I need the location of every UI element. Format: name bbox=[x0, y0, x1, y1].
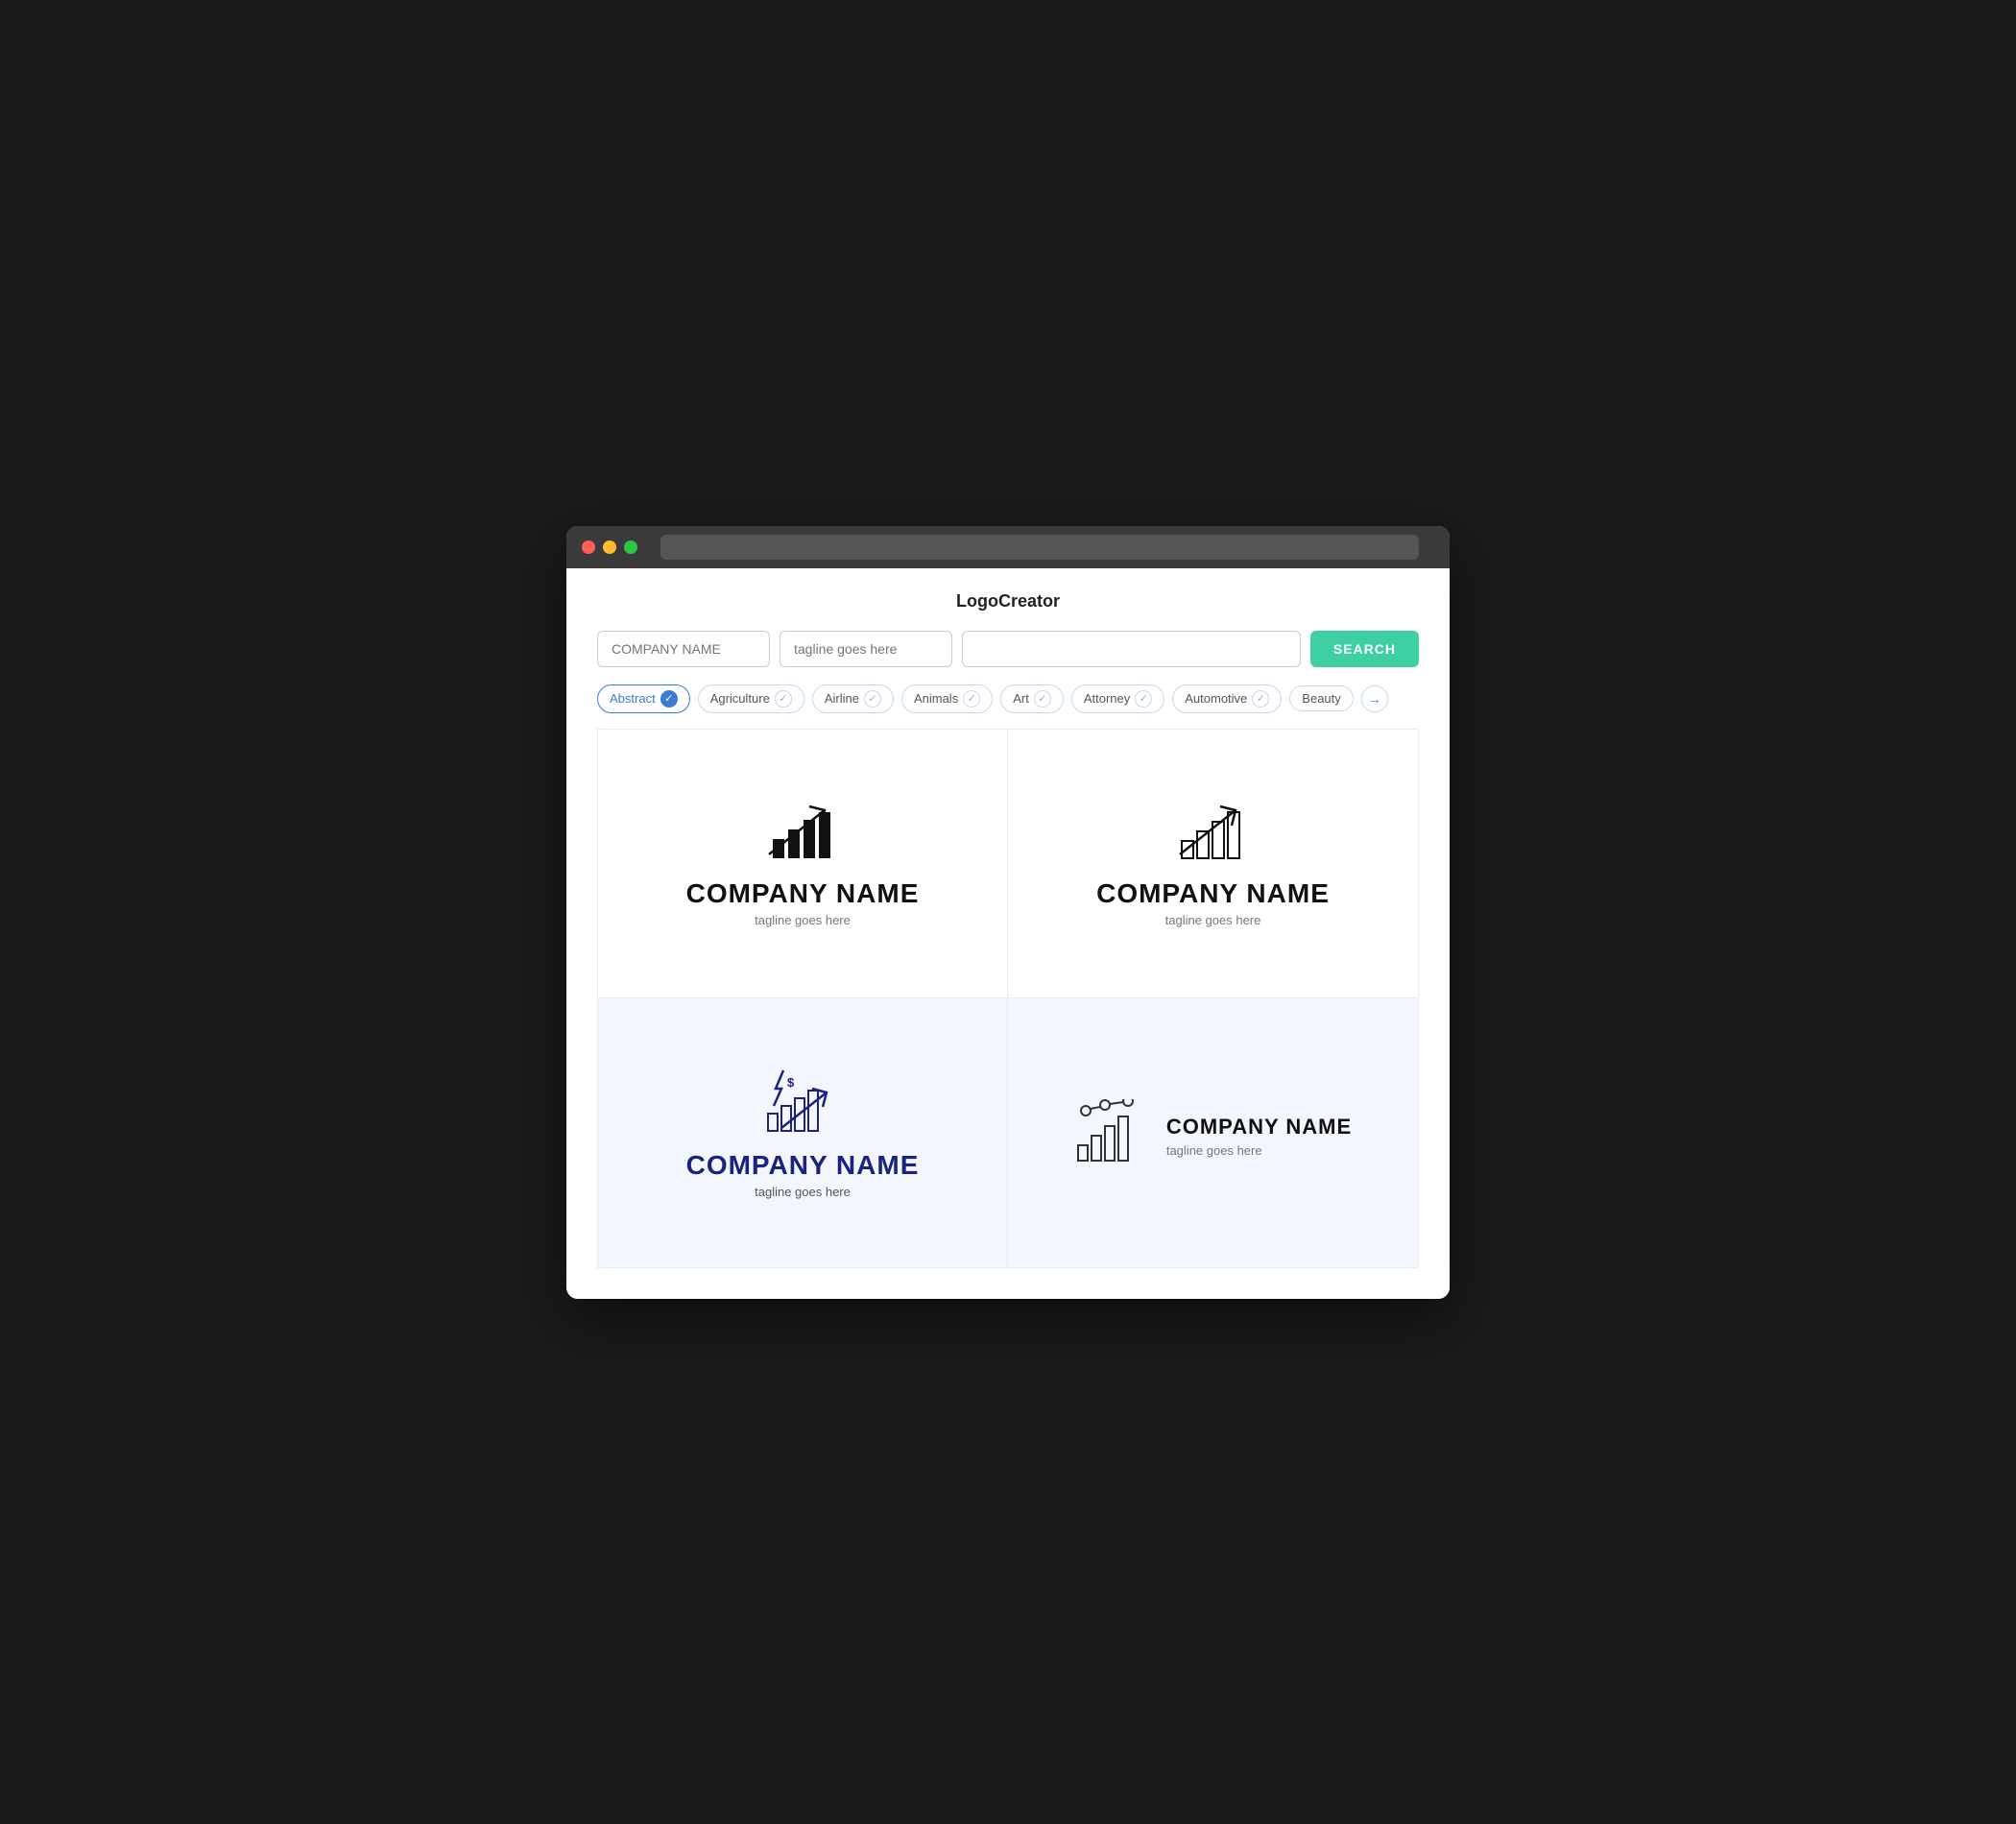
category-airline[interactable]: Airline ✓ bbox=[812, 684, 894, 713]
extra-input[interactable] bbox=[962, 631, 1301, 667]
company-name-input[interactable] bbox=[597, 631, 770, 667]
logo-3-tagline: tagline goes here bbox=[755, 1185, 851, 1199]
browser-window: LogoCreator SEARCH Abstract ✓ Agricultur… bbox=[566, 526, 1450, 1299]
logo-card-4[interactable]: COMPANY NAME tagline goes here bbox=[1008, 998, 1418, 1267]
logo-card-1[interactable]: COMPANY NAME tagline goes here bbox=[598, 730, 1008, 998]
logo-1-company: COMPANY NAME bbox=[686, 878, 920, 909]
category-attorney[interactable]: Attorney ✓ bbox=[1071, 684, 1164, 713]
category-animals[interactable]: Animals ✓ bbox=[901, 684, 993, 713]
logo-icon-4 bbox=[1074, 1099, 1151, 1166]
logo-4-company: COMPANY NAME bbox=[1166, 1115, 1352, 1140]
search-bar: SEARCH bbox=[597, 631, 1419, 667]
category-art-check: ✓ bbox=[1034, 690, 1051, 708]
maximize-button[interactable] bbox=[624, 540, 637, 554]
logo-3-company: COMPANY NAME bbox=[686, 1150, 920, 1181]
category-agriculture[interactable]: Agriculture ✓ bbox=[698, 684, 804, 713]
logo-2-company: COMPANY NAME bbox=[1096, 878, 1330, 909]
category-abstract-label: Abstract bbox=[610, 691, 656, 706]
category-animals-label: Animals bbox=[914, 691, 958, 706]
category-beauty[interactable]: Beauty bbox=[1289, 685, 1353, 711]
category-airline-check: ✓ bbox=[864, 690, 881, 708]
category-art[interactable]: Art ✓ bbox=[1000, 684, 1064, 713]
logo-card-3[interactable]: $ COMPANY NAME tagline goes here bbox=[598, 998, 1008, 1267]
category-automotive[interactable]: Automotive ✓ bbox=[1172, 684, 1282, 713]
app-title: LogoCreator bbox=[597, 591, 1419, 612]
category-attorney-check: ✓ bbox=[1135, 690, 1152, 708]
logo-4-tagline: tagline goes here bbox=[1166, 1143, 1352, 1158]
logo-icon-2 bbox=[1170, 799, 1257, 871]
category-art-label: Art bbox=[1013, 691, 1029, 706]
logo-icon-1 bbox=[759, 799, 846, 871]
browser-titlebar bbox=[566, 526, 1450, 568]
category-attorney-label: Attorney bbox=[1084, 691, 1130, 706]
search-button[interactable]: SEARCH bbox=[1310, 631, 1419, 667]
svg-text:$: $ bbox=[787, 1075, 795, 1090]
minimize-button[interactable] bbox=[603, 540, 616, 554]
category-automotive-label: Automotive bbox=[1185, 691, 1247, 706]
logo-1-tagline: tagline goes here bbox=[755, 913, 851, 927]
category-abstract[interactable]: Abstract ✓ bbox=[597, 684, 690, 713]
category-agriculture-label: Agriculture bbox=[710, 691, 770, 706]
logo-grid: COMPANY NAME tagline goes here COMPANY N… bbox=[597, 729, 1419, 1268]
category-beauty-label: Beauty bbox=[1302, 691, 1340, 706]
close-button[interactable] bbox=[582, 540, 595, 554]
logo-icon-3: $ bbox=[755, 1066, 851, 1142]
logo-card-2[interactable]: COMPANY NAME tagline goes here bbox=[1008, 730, 1418, 998]
categories-next-arrow[interactable]: → bbox=[1361, 685, 1388, 712]
tagline-input[interactable] bbox=[780, 631, 952, 667]
logo-2-tagline: tagline goes here bbox=[1165, 913, 1261, 927]
category-abstract-check: ✓ bbox=[660, 690, 678, 708]
category-automotive-check: ✓ bbox=[1252, 690, 1269, 708]
category-animals-check: ✓ bbox=[963, 690, 980, 708]
category-agriculture-check: ✓ bbox=[775, 690, 792, 708]
app-content: LogoCreator SEARCH Abstract ✓ Agricultur… bbox=[566, 568, 1450, 1299]
logo-4-text-group: COMPANY NAME tagline goes here bbox=[1166, 1107, 1352, 1158]
category-airline-label: Airline bbox=[825, 691, 859, 706]
address-bar[interactable] bbox=[660, 535, 1419, 560]
categories-bar: Abstract ✓ Agriculture ✓ Airline ✓ Anima… bbox=[597, 684, 1419, 713]
